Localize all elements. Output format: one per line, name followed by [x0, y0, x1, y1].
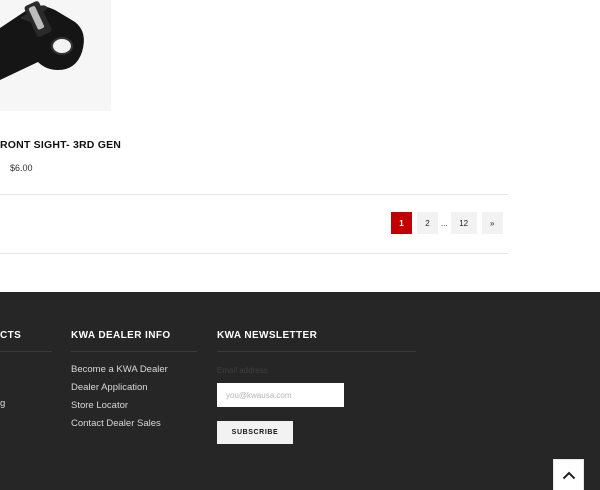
site-footer: CTS g KWA DEALER INFO Become a KWA Deale… — [0, 292, 600, 490]
footer-link-dealer-application[interactable]: Dealer Application — [71, 382, 168, 400]
footer-rule — [71, 351, 197, 352]
footer-rule — [0, 351, 52, 352]
footer-newsletter-heading: KWA NEWSLETTER — [217, 330, 318, 341]
page-ellipsis: ... — [441, 218, 448, 228]
footer-dealer-links: Become a KWA Dealer Dealer Application S… — [71, 364, 168, 436]
divider — [0, 253, 508, 254]
pagination: 1 2 ... 12 » — [391, 212, 503, 234]
newsletter-email-input[interactable] — [217, 383, 344, 407]
footer-link-contact-dealer-sales[interactable]: Contact Dealer Sales — [71, 418, 168, 436]
product-price: $6.00 — [10, 163, 33, 173]
page-1-button[interactable]: 1 — [391, 212, 412, 234]
email-label: Email address — [217, 366, 268, 375]
footer-products-links: g — [0, 398, 5, 416]
rear-sight-part-icon — [0, 0, 111, 111]
page-12-button[interactable]: 12 — [450, 212, 477, 234]
page-2-button[interactable]: 2 — [417, 212, 438, 234]
footer-dealer-heading: KWA DEALER INFO — [71, 330, 171, 341]
footer-link-become-dealer[interactable]: Become a KWA Dealer — [71, 364, 168, 382]
divider — [0, 194, 508, 195]
product-title[interactable]: RONT SIGHT- 3RD GEN — [0, 139, 121, 151]
chevron-up-icon — [562, 471, 575, 479]
footer-products-link[interactable]: g — [0, 398, 5, 416]
next-page-button[interactable]: » — [481, 212, 503, 234]
footer-link-store-locator[interactable]: Store Locator — [71, 400, 168, 418]
subscribe-button[interactable]: SUBSCRIBE — [217, 421, 293, 444]
footer-rule — [217, 351, 416, 352]
back-to-top-button[interactable] — [553, 459, 584, 490]
footer-products-heading: CTS — [0, 330, 22, 341]
product-image[interactable] — [0, 0, 111, 111]
